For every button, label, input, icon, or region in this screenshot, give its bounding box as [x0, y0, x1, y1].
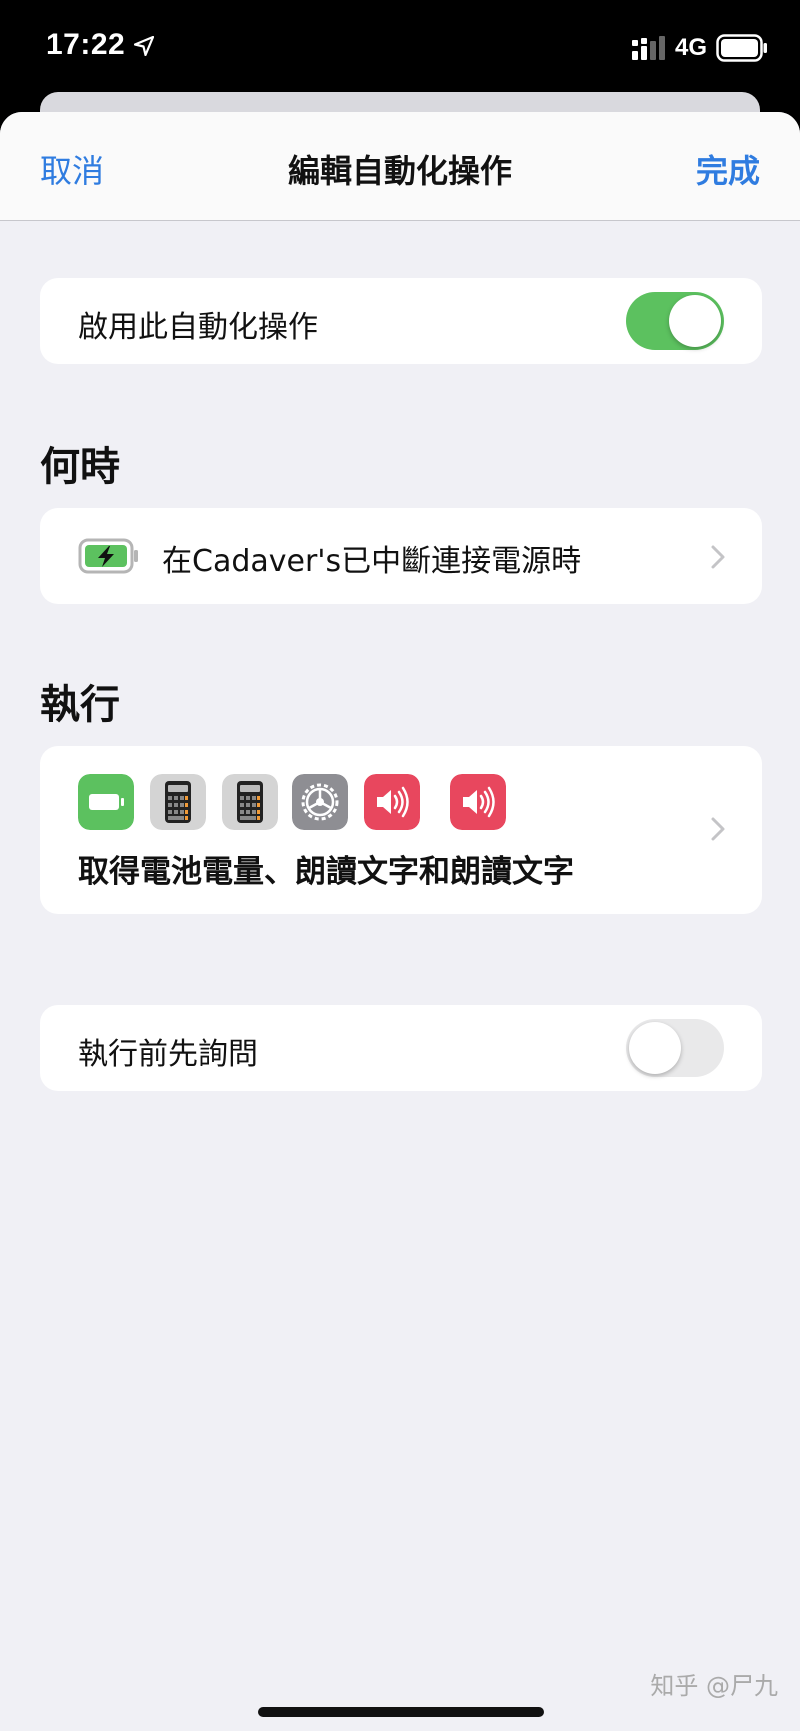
- edit-automation-sheet: 取消 編輯自動化操作 完成 啟用此自動化操作 何時 在Cadaver's已中斷連…: [0, 112, 800, 1731]
- status-time: 17:22: [46, 28, 126, 61]
- settings-gear-icon: [292, 774, 348, 830]
- home-indicator[interactable]: [258, 1707, 544, 1717]
- enable-automation-label: 啟用此自動化操作: [78, 310, 318, 345]
- ask-before-running-label: 執行前先詢問: [78, 1037, 258, 1072]
- network-type-label: 4G: [675, 34, 708, 61]
- ask-before-running-toggle[interactable]: [626, 1019, 724, 1077]
- phone-screen: 17:22 4G 取消 編輯自動化操作 完成 啟用此自動化操作 何時 在Cada…: [0, 0, 800, 1731]
- ask-before-running-row: 執行前先詢問: [40, 1005, 762, 1091]
- battery-icon: [78, 774, 134, 830]
- actions-row[interactable]: 取得電池電量、朗讀文字和朗讀文字: [40, 746, 762, 914]
- status-bar: 17:22 4G: [0, 0, 800, 95]
- charging-battery-icon: [78, 538, 138, 574]
- trigger-description: 在Cadaver's已中斷連接電源時: [162, 544, 582, 579]
- do-section-header: 執行: [40, 682, 120, 728]
- watermark: 知乎 @尸九: [650, 1672, 778, 1700]
- done-button[interactable]: 完成: [696, 146, 760, 192]
- trigger-row[interactable]: 在Cadaver's已中斷連接電源時: [40, 508, 762, 604]
- when-section-header: 何時: [40, 444, 120, 490]
- speaker-icon: [450, 774, 506, 830]
- chevron-right-icon: [711, 545, 725, 569]
- calculator-icon: [222, 774, 278, 830]
- toggle-knob: [669, 295, 721, 347]
- enable-automation-toggle[interactable]: [626, 292, 724, 350]
- enable-automation-row: 啟用此自動化操作: [40, 278, 762, 364]
- battery-status-icon: [716, 34, 767, 62]
- navigation-bar: 取消 編輯自動化操作 完成: [0, 112, 800, 221]
- cellular-signal-icon: [632, 36, 665, 60]
- page-title: 編輯自動化操作: [287, 152, 512, 190]
- speaker-icon: [364, 774, 420, 830]
- calculator-icon: [150, 774, 206, 830]
- chevron-right-icon: [711, 817, 725, 841]
- actions-summary: 取得電池電量、朗讀文字和朗讀文字: [78, 854, 574, 890]
- toggle-knob: [629, 1022, 681, 1074]
- location-arrow-icon: [134, 36, 154, 56]
